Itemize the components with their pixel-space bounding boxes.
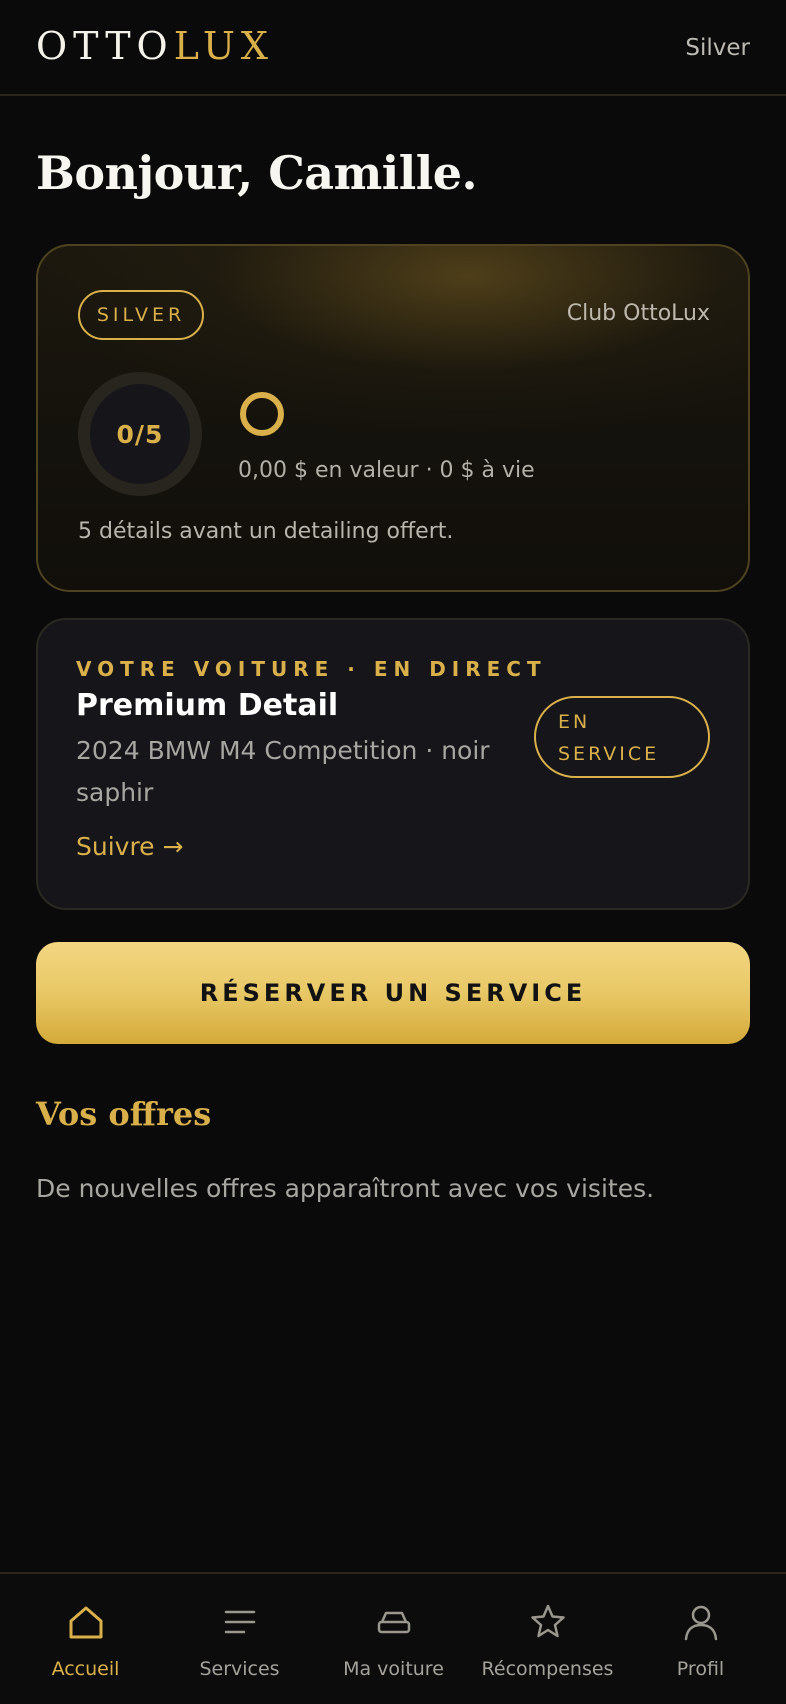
tier-indicator[interactable]: Silver [685, 32, 750, 64]
nav-label-profil: Profil [676, 1658, 725, 1680]
user-icon [684, 1605, 717, 1641]
nav-label-accueil: Accueil [51, 1658, 120, 1680]
logo-text-lux: LUX [173, 24, 274, 68]
ottolux-logo[interactable]: OTTOLUX [36, 22, 274, 70]
live-eyebrow: VOTRE VOITURE · EN DIRECT [76, 657, 547, 681]
nav-label-recompenses: Récompenses [481, 1658, 614, 1680]
car-description: 2024 BMW M4 Competition · noir saphir [76, 736, 490, 807]
book-service-button[interactable]: RÉSERVER UN SERVICE [36, 942, 750, 1044]
live-car-card[interactable]: VOTRE VOITURE · EN DIRECT Premium Detail… [36, 618, 750, 910]
star-icon [530, 1604, 565, 1638]
stamp-slot-icon [240, 392, 284, 436]
app-root: OTTOLUX Silver Bonjour, Camille. SILVER … [0, 0, 786, 1704]
offers-heading: Vos offres [36, 1095, 212, 1133]
service-title: Premium Detail [76, 688, 339, 723]
list-icon [224, 1610, 255, 1634]
greeting-heading: Bonjour, Camille. [36, 146, 478, 200]
loyalty-value: 0,00 $ en valeur · 0 $ à vie [238, 458, 535, 483]
club-label: Club OttoLux [566, 301, 710, 326]
nav-item-profil[interactable]: Profil [622, 1574, 779, 1704]
nav-item-services[interactable]: Services [161, 1574, 318, 1704]
nav-item-ma-voiture[interactable]: Ma voiture [315, 1574, 472, 1704]
nav-item-recompenses[interactable]: Récompenses [469, 1574, 626, 1704]
tier-badge: SILVER [78, 290, 204, 340]
status-line-1: EN [558, 711, 591, 733]
bottom-nav: Accueil Services Ma voiture Récompenses [0, 1572, 786, 1704]
nav-item-accueil[interactable]: Accueil [7, 1574, 164, 1704]
loyalty-card: SILVER Club OttoLux 0/5 0,00 $ en valeur… [36, 244, 750, 592]
progress-ring: 0/5 [78, 372, 202, 496]
offers-empty-state: De nouvelles offres apparaîtront avec vo… [36, 1174, 655, 1203]
logo-text-otto: OTTO [36, 24, 174, 68]
reward-progress-note: 5 détails avant un detailing offert. [78, 519, 454, 544]
progress-count: 0/5 [116, 419, 164, 449]
status-line-2: SERVICE [558, 743, 660, 765]
status-badge: EN SERVICE [534, 696, 710, 778]
top-bar: OTTOLUX Silver [0, 0, 786, 96]
car-icon [377, 1611, 410, 1634]
nav-label-ma-voiture: Ma voiture [343, 1658, 444, 1680]
follow-link[interactable]: Suivre → [76, 830, 183, 864]
home-icon [69, 1606, 102, 1639]
nav-label-services: Services [199, 1658, 280, 1680]
